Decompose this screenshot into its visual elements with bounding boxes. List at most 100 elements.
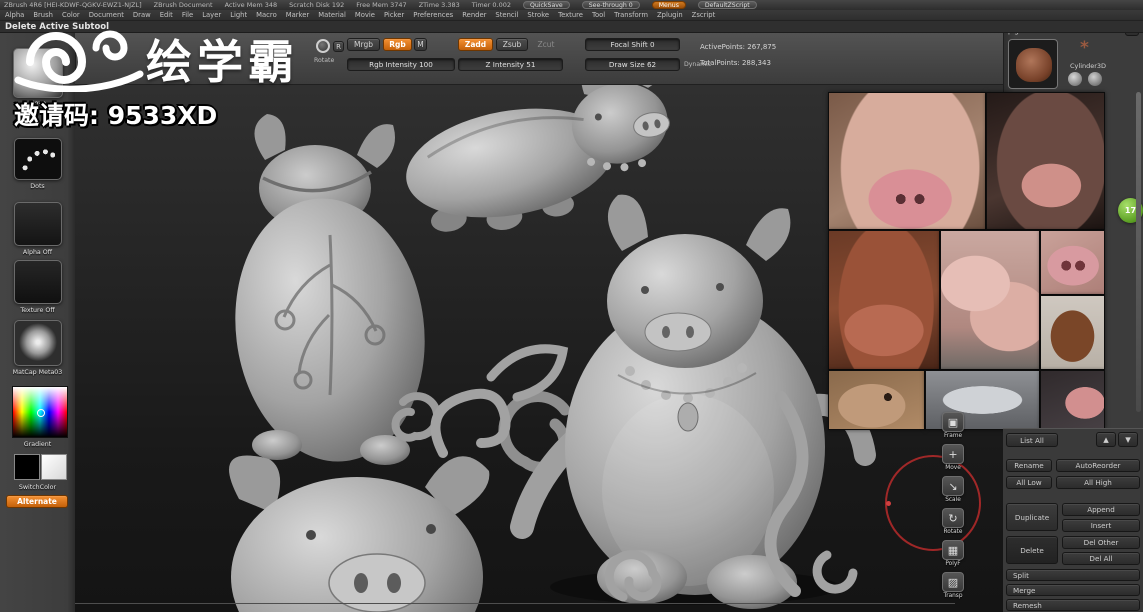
texture-picker-thumbnail[interactable] xyxy=(14,260,62,304)
split-section-button[interactable]: Split xyxy=(1006,569,1140,581)
menu-item-render[interactable]: Render xyxy=(462,11,486,19)
auto-reorder-button[interactable]: AutoReorder xyxy=(1056,459,1140,472)
zadd-button[interactable]: Zadd xyxy=(458,38,493,51)
append-button[interactable]: Append xyxy=(1062,503,1140,516)
reference-photo-dark-pig[interactable] xyxy=(986,92,1105,230)
material-picker-thumbnail[interactable] xyxy=(14,320,62,366)
sculpt-view-back-pig xyxy=(235,114,442,465)
focal-shift-slider[interactable]: Focal Shift 0 xyxy=(585,38,680,51)
reference-photo-nose-study[interactable] xyxy=(1040,295,1105,370)
menu-item-movie[interactable]: Movie xyxy=(355,11,375,19)
all-high-button[interactable]: All High xyxy=(1056,476,1140,489)
menu-item-preferences[interactable]: Preferences xyxy=(413,11,453,19)
zcut-button[interactable]: Zcut xyxy=(532,38,560,51)
reference-photo-dark-pig-snout[interactable] xyxy=(1040,370,1105,430)
menu-item-picker[interactable]: Picker xyxy=(384,11,404,19)
del-other-button[interactable]: Del Other xyxy=(1062,536,1140,549)
rename-button[interactable]: Rename xyxy=(1006,459,1052,472)
color-picker[interactable] xyxy=(12,386,68,438)
menu-item-macro[interactable]: Macro xyxy=(256,11,277,19)
delete-button[interactable]: Delete xyxy=(1006,536,1058,564)
list-all-button[interactable]: List All xyxy=(1006,433,1058,447)
m-button[interactable]: M xyxy=(414,38,427,51)
insert-button[interactable]: Insert xyxy=(1062,519,1140,532)
total-points-readout: TotalPoints: 288,343 xyxy=(700,59,771,67)
draw-size-slider[interactable]: Draw Size 62 xyxy=(585,58,680,71)
alpha-picker-thumbnail[interactable] xyxy=(14,202,62,246)
rgb-button[interactable]: Rgb xyxy=(383,38,412,51)
menu-item-zscript[interactable]: Zscript xyxy=(692,11,716,19)
transp-button[interactable]: ▨ Transp xyxy=(940,572,966,599)
default-zscript-button[interactable]: DefaultZScript xyxy=(697,1,757,9)
reference-photo-pink-pig-face[interactable] xyxy=(828,92,986,230)
document-edge-line xyxy=(75,603,955,604)
all-low-button[interactable]: All Low xyxy=(1006,476,1052,489)
subtool-down-button[interactable]: ▼ xyxy=(1118,432,1138,447)
mrgb-button[interactable]: Mrgb xyxy=(347,38,380,51)
menu-item-marker[interactable]: Marker xyxy=(286,11,310,19)
reference-photo-red-pig-head[interactable] xyxy=(828,230,940,370)
subtool-up-button[interactable]: ▲ xyxy=(1096,432,1116,447)
menus-button[interactable]: Menus xyxy=(651,1,686,9)
menu-item-zplugin[interactable]: Zplugin xyxy=(657,11,683,19)
main-color-swatch[interactable] xyxy=(14,454,40,480)
menu-item-material[interactable]: Material xyxy=(318,11,346,19)
menu-item-edit[interactable]: Edit xyxy=(160,11,173,19)
cylinder3d-label[interactable]: Cylinder3D xyxy=(1070,62,1106,70)
zsub-button[interactable]: Zsub xyxy=(496,38,528,51)
right-panel-scrollbar[interactable] xyxy=(1136,92,1141,412)
document-label: ZBrush Document xyxy=(153,1,213,9)
stat-free-mem: Free Mem 3747 xyxy=(356,1,407,9)
stroke-picker-thumbnail[interactable] xyxy=(14,138,62,180)
quicksave-button[interactable]: QuickSave xyxy=(523,1,570,9)
stroke-label: Dots xyxy=(30,183,45,190)
rotate-gyro-icon[interactable] xyxy=(316,39,330,53)
menu-item-file[interactable]: File xyxy=(182,11,193,19)
del-all-button[interactable]: Del All xyxy=(1062,552,1140,565)
zbrush-window: ZBrush 4R6 [HEI-KDWF-QGKV-EWZ1-NJZL] ZBr… xyxy=(0,0,1143,612)
material-label: MatCap Meta03 xyxy=(12,369,63,376)
frame-button[interactable]: ▣ Frame xyxy=(940,412,966,439)
sphere-tool-icon-2[interactable] xyxy=(1088,72,1102,86)
active-tool-thumbnail[interactable] xyxy=(1008,39,1058,89)
rotate-icon[interactable]: ↻ xyxy=(942,508,964,528)
frame-icon[interactable]: ▣ xyxy=(942,412,964,432)
texture-label: Texture Off xyxy=(20,307,55,314)
move-icon[interactable]: + xyxy=(942,444,964,464)
menu-item-layer[interactable]: Layer xyxy=(202,11,221,19)
polyframe-icon[interactable]: ▦ xyxy=(942,540,964,560)
watermark-brand: 绘学霸 xyxy=(146,35,299,89)
reference-photo-snout-closeup[interactable] xyxy=(1040,230,1105,295)
reference-photo-pigs-in-pen[interactable] xyxy=(940,230,1040,370)
watermark-invite-code: 邀请码: 9533XD xyxy=(14,101,218,130)
merge-section-button[interactable]: Merge xyxy=(1006,584,1140,596)
menu-item-stencil[interactable]: Stencil xyxy=(495,11,518,19)
remesh-section-button[interactable]: Remesh xyxy=(1006,599,1140,611)
move-button[interactable]: + Move xyxy=(940,444,966,471)
menu-bar: Alpha Brush Color Document Draw Edit Fil… xyxy=(0,10,1143,21)
rotate-button[interactable]: ↻ Rotate xyxy=(940,508,966,535)
menu-item-stroke[interactable]: Stroke xyxy=(527,11,549,19)
secondary-color-swatch[interactable] xyxy=(41,454,67,480)
menu-item-texture[interactable]: Texture xyxy=(558,11,583,19)
menu-item-transform[interactable]: Transform xyxy=(614,11,648,19)
sphere-tool-icon[interactable] xyxy=(1068,72,1082,86)
menu-item-tool[interactable]: Tool xyxy=(592,11,605,19)
alternate-button[interactable]: Alternate xyxy=(6,495,68,508)
reference-photo-tan-pig-profile[interactable] xyxy=(828,370,925,430)
simple-brush-star-icon[interactable]: * xyxy=(1080,38,1089,58)
stat-timer: Timer 0.002 xyxy=(471,1,512,9)
color-picker-indicator-icon xyxy=(37,409,45,417)
transp-icon[interactable]: ▨ xyxy=(942,572,964,592)
title-bar: ZBrush 4R6 [HEI-KDWF-QGKV-EWZ1-NJZL] ZBr… xyxy=(0,0,1143,10)
rotate-r-button[interactable]: R xyxy=(333,41,344,52)
scale-icon[interactable]: ↘ xyxy=(942,476,964,496)
scale-button[interactable]: ↘ Scale xyxy=(940,476,966,503)
see-through-slider[interactable]: See-through 0 xyxy=(581,1,640,9)
z-intensity-slider[interactable]: Z Intensity 51 xyxy=(458,58,563,71)
polyframe-button[interactable]: ▦ PolyF xyxy=(940,540,966,567)
menu-item-light[interactable]: Light xyxy=(230,11,247,19)
switch-color-label: SwitchColor xyxy=(18,484,57,491)
duplicate-button[interactable]: Duplicate xyxy=(1006,503,1058,531)
rgb-intensity-slider[interactable]: Rgb Intensity 100 xyxy=(347,58,455,71)
